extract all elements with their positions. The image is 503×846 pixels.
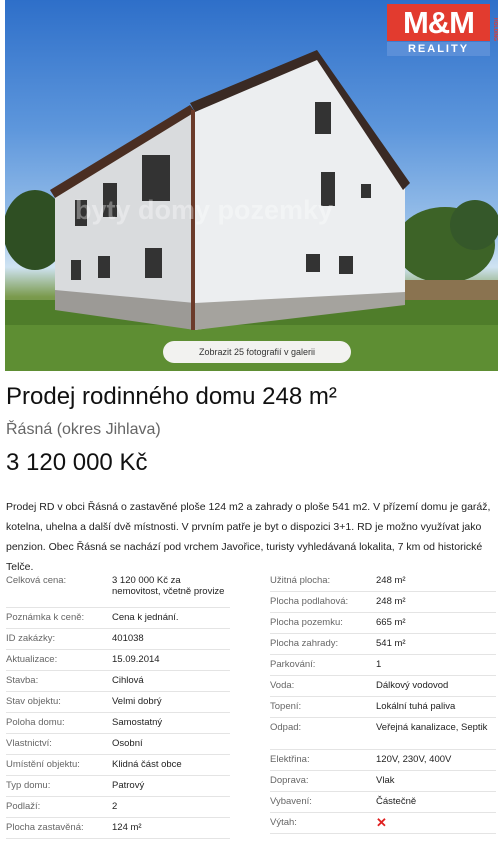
param-value: Lokální tuhá paliva (376, 701, 456, 712)
param-value: Velmi dobrý (112, 696, 162, 707)
param-label: Užitná plocha: (270, 575, 331, 586)
param-row: Podlaží: 2 (6, 797, 230, 818)
param-value: Klidná část obce (112, 759, 182, 770)
param-value: 2 (112, 801, 118, 812)
param-label: Vlastnictví: (6, 738, 52, 749)
param-value: Patrový (112, 780, 145, 791)
param-label: Elektřina: (270, 754, 310, 765)
param-value: Cihlová (112, 675, 144, 686)
param-label: Doprava: (270, 775, 309, 786)
param-value: 248 m² (376, 575, 406, 586)
params-right: Užitná plocha: 248 m² Plocha podlahová: 248… (270, 571, 496, 834)
param-value: Samostatný (112, 717, 163, 728)
listing-description: Prodej RD v obci Řásná o zastavěné ploše… (6, 501, 491, 573)
param-label: Stav objektu: (6, 696, 61, 707)
param-label: Podlaží: (6, 801, 41, 812)
param-value: Veřejná kanalizace, Septik (376, 722, 488, 733)
param-row: Umístění objektu: Klidná část obce (6, 755, 230, 776)
param-row: Plocha podlahová: 248 m² (270, 592, 496, 613)
param-value: 665 m² (376, 617, 406, 628)
param-row: Stavba: Cihlová (6, 671, 230, 692)
param-value: 248 m² (376, 596, 406, 607)
param-row: Topení: Lokální tuhá paliva (270, 697, 496, 718)
mm-reality-logo[interactable]: M&M REALITY HOLDING (387, 4, 498, 56)
param-value: Částečně (376, 796, 417, 807)
param-label: Celková cena: (6, 575, 67, 586)
param-row: Vlastnictví: Osobní (6, 734, 230, 755)
param-value: Cena k jednání. (112, 612, 179, 623)
show-gallery-button[interactable]: Zobrazit 25 fotografií v galerii (163, 341, 351, 363)
param-value: 3 120 000 Kč za nemovitost, včetně provi… (112, 575, 225, 597)
param-label: Topení: (270, 701, 302, 712)
param-value: 124 m² (112, 822, 142, 833)
cross-icon: ✕ (376, 815, 387, 830)
logo-holding: HOLDING (492, 18, 498, 42)
param-row: Plocha pozemku: 665 m² (270, 613, 496, 634)
params-left: Celková cena: 3 120 000 Kč za nemovitost,… (6, 571, 230, 839)
param-value: 541 m² (376, 638, 406, 649)
param-row: Plocha zastavěná: 124 m² (6, 818, 230, 839)
param-value: 15.09.2014 (112, 654, 160, 665)
logo-reality: REALITY (387, 42, 490, 56)
param-value: 120V, 230V, 400V (376, 754, 452, 765)
param-label: Výtah: (270, 817, 297, 828)
param-label: Parkování: (270, 659, 316, 670)
param-label: Plocha zahrady: (270, 638, 339, 649)
param-label: Plocha pozemku: (270, 617, 343, 628)
param-row: ID zakázky: 401038 (6, 629, 230, 650)
param-row: Výtah: ✕ (270, 813, 496, 834)
param-value: Osobní (112, 738, 143, 749)
param-row: Poloha domu: Samostatný (6, 713, 230, 734)
param-label: Voda: (270, 680, 295, 691)
param-row: Odpad: Veřejná kanalizace, Septik (270, 718, 496, 750)
logo-mm: M&M (387, 4, 490, 41)
listing-location: Řásná (okres Jihlava) (6, 421, 161, 438)
param-row: Stav objektu: Velmi dobrý (6, 692, 230, 713)
param-value: 1 (376, 659, 382, 670)
param-label: Odpad: (270, 722, 302, 733)
param-label: Typ domu: (6, 780, 51, 791)
param-row: Poznámka k ceně: Cena k jednání. (6, 608, 230, 629)
param-value: Vlak (376, 775, 395, 786)
param-row: Užitná plocha: 248 m² (270, 571, 496, 592)
param-label: Vybavení: (270, 796, 312, 807)
param-label: Plocha zastavěná: (6, 822, 84, 833)
param-row: Elektřina: 120V, 230V, 400V (270, 750, 496, 771)
param-row: Typ domu: Patrový (6, 776, 230, 797)
param-row: Voda: Dálkový vodovod (270, 676, 496, 697)
param-value: Dálkový vodovod (376, 680, 449, 691)
param-label: Poznámka k ceně: (6, 612, 85, 623)
param-row: Celková cena: 3 120 000 Kč za nemovitost,… (6, 571, 230, 608)
param-row: Vybavení: Částečně (270, 792, 496, 813)
listing-price: 3 120 000 Kč (6, 449, 148, 476)
param-row: Parkování: 1 (270, 655, 496, 676)
watermark-text: byty domy pozemky (75, 195, 334, 225)
listing-title: Prodej rodinného domu 248 m² (6, 383, 337, 410)
param-label: Umístění objektu: (6, 759, 80, 770)
param-label: Aktualizace: (6, 654, 58, 665)
param-label: ID zakázky: (6, 633, 56, 644)
property-photo[interactable]: byty domy pozemky M&M REALITY HOLDING Zo… (5, 0, 498, 371)
param-label: Stavba: (6, 675, 39, 686)
param-label: Plocha podlahová: (270, 596, 349, 607)
param-label: Poloha domu: (6, 717, 65, 728)
param-value: 401038 (112, 633, 144, 644)
param-row: Aktualizace: 15.09.2014 (6, 650, 230, 671)
param-row: Doprava: Vlak (270, 771, 496, 792)
param-row: Plocha zahrady: 541 m² (270, 634, 496, 655)
